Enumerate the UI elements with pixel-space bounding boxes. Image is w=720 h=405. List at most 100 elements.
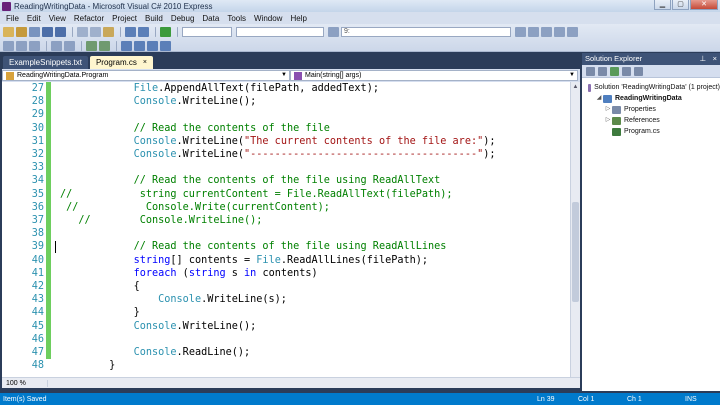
tree-node-references[interactable]: ▷ References <box>582 115 720 126</box>
new-project-icon[interactable] <box>3 26 14 37</box>
menu-item-help[interactable]: Help <box>286 14 310 23</box>
param-info-icon[interactable] <box>16 40 27 51</box>
node-icon <box>588 83 592 92</box>
menu-item-debug[interactable]: Debug <box>167 14 199 23</box>
class-combo[interactable]: ReadingWritingData.Program ▼ <box>2 70 290 81</box>
menu-item-view[interactable]: View <box>45 14 70 23</box>
code-editor[interactable]: 27 File.AppendAllText(filePath, addedTex… <box>2 82 570 377</box>
line-number: 45 <box>31 320 44 332</box>
expander-icon[interactable]: ▷ <box>604 104 612 115</box>
tree-node-properties[interactable]: ▷ Properties <box>582 104 720 115</box>
code-token: // string currentContent = File.ReadAllT… <box>60 188 453 200</box>
decrease-indent-icon[interactable] <box>51 40 62 51</box>
find-in-files-icon[interactable] <box>515 26 526 37</box>
code-line[interactable]: 38 <box>2 227 570 241</box>
tree-node-program-cs[interactable]: Program.cs <box>582 126 720 137</box>
comment-icon[interactable] <box>86 40 97 51</box>
word-complete-icon[interactable] <box>29 40 40 51</box>
open-file-icon[interactable] <box>16 26 27 37</box>
scroll-up-icon[interactable]: ▲ <box>571 82 580 92</box>
close-window-button[interactable]: ✕ <box>690 0 718 10</box>
code-line[interactable]: 27 File.AppendAllText(filePath, addedTex… <box>2 82 570 96</box>
code-line[interactable]: 43 Console.WriteLine(s); <box>2 293 570 307</box>
bookmark-icon[interactable] <box>121 40 132 51</box>
scrollbar-thumb[interactable] <box>572 202 579 302</box>
code-line[interactable]: 44 } <box>2 306 570 320</box>
menu-item-refactor[interactable]: Refactor <box>70 14 108 23</box>
vertical-scrollbar[interactable]: ▲ <box>570 82 580 377</box>
menu-item-edit[interactable]: Edit <box>23 14 45 23</box>
copy-icon[interactable] <box>90 26 101 37</box>
code-line[interactable]: 40 string[] contents = File.ReadAllLines… <box>2 253 570 267</box>
menu-item-window[interactable]: Window <box>250 14 286 23</box>
code-line[interactable]: 35 // string currentContent = File.ReadAl… <box>2 187 570 201</box>
node-label: ReadingWritingData <box>615 95 682 102</box>
menu-item-project[interactable]: Project <box>108 14 141 23</box>
zoom-level[interactable]: 100 % <box>2 379 48 387</box>
tab-examplesnippets-txt[interactable]: ExampleSnippets.txt <box>3 56 88 69</box>
title-bar: ReadingWritingData - Microsoft Visual C#… <box>0 0 720 12</box>
paste-icon[interactable] <box>103 26 114 37</box>
prev-bookmark-icon[interactable] <box>134 40 145 51</box>
code-line[interactable]: 29 <box>2 108 570 122</box>
code-line[interactable]: 48 } <box>2 359 570 372</box>
tree-node-readingwritingdata[interactable]: ◢ ReadingWritingData <box>582 93 720 104</box>
menu-item-build[interactable]: Build <box>141 14 167 23</box>
refresh-icon[interactable] <box>610 66 619 76</box>
horizontal-scrollbar[interactable]: 100 % <box>2 377 580 388</box>
code-line[interactable]: 45 Console.WriteLine(); <box>2 319 570 333</box>
properties-icon[interactable] <box>541 26 552 37</box>
menu-item-tools[interactable]: Tools <box>223 14 250 23</box>
redo-icon[interactable] <box>138 26 149 37</box>
code-line[interactable]: 30 // Read the contents of the file <box>2 121 570 135</box>
code-line[interactable]: 39 // Read the contents of the file usin… <box>2 240 570 254</box>
save-all-icon[interactable] <box>55 26 66 37</box>
code-line[interactable]: 31 Console.WriteLine("The current conten… <box>2 134 570 148</box>
quick-info-icon[interactable] <box>3 40 14 51</box>
next-bookmark-icon[interactable] <box>147 40 158 51</box>
code-line[interactable]: 28 Console.WriteLine(); <box>2 95 570 109</box>
code-line[interactable]: 41 foreach (string s in contents) <box>2 266 570 280</box>
toolbox-icon[interactable] <box>567 26 578 37</box>
find-combo[interactable]: 9: <box>341 26 511 37</box>
properties-icon[interactable] <box>586 66 595 76</box>
code-line[interactable]: 37 // Console.WriteLine(); <box>2 214 570 228</box>
view-code-icon[interactable] <box>622 66 631 76</box>
close-icon[interactable]: × <box>713 53 717 65</box>
solution-config-combo[interactable] <box>182 26 232 37</box>
tree-node-solution-readingwritingdata-1-project-[interactable]: Solution 'ReadingWritingData' (1 project… <box>582 82 720 93</box>
code-line[interactable]: 34 // Read the contents of the file usin… <box>2 174 570 188</box>
menu-item-file[interactable]: File <box>2 14 23 23</box>
pin-icon[interactable]: ⊥ <box>699 53 706 65</box>
object-browser-icon[interactable] <box>554 26 565 37</box>
undo-icon[interactable] <box>125 26 136 37</box>
view-class-diagram-icon[interactable] <box>634 66 643 76</box>
increase-indent-icon[interactable] <box>64 40 75 51</box>
code-line[interactable]: 46 <box>2 332 570 346</box>
code-line[interactable]: 32 Console.WriteLine("------------------… <box>2 148 570 162</box>
uncomment-icon[interactable] <box>99 40 110 51</box>
tab-program-cs[interactable]: Program.cs × <box>89 56 153 69</box>
code-line[interactable]: 36 // Console.Write(currentContent); <box>2 200 570 214</box>
find-icon[interactable] <box>328 26 339 37</box>
member-combo[interactable]: Main(string[] args) ▼ <box>290 70 578 81</box>
clear-bookmarks-icon[interactable] <box>160 40 171 51</box>
solution-explorer-icon[interactable] <box>528 26 539 37</box>
code-line[interactable]: 33 <box>2 161 570 175</box>
solution-explorer-title: Solution Explorer <box>585 54 643 63</box>
line-number: 39 <box>31 241 44 253</box>
minimize-button[interactable]: ▁ <box>654 0 671 10</box>
code-line[interactable]: 42 { <box>2 280 570 294</box>
maximize-button[interactable]: ▢ <box>672 0 689 10</box>
add-item-icon[interactable] <box>29 26 40 37</box>
save-icon[interactable] <box>42 26 53 37</box>
show-all-files-icon[interactable] <box>598 66 607 76</box>
code-line[interactable]: 47 Console.ReadLine(); <box>2 346 570 360</box>
platform-combo[interactable] <box>236 26 324 37</box>
close-tab-icon[interactable]: × <box>143 56 147 69</box>
start-debugging-icon[interactable] <box>160 26 171 37</box>
menu-item-data[interactable]: Data <box>198 14 223 23</box>
cut-icon[interactable] <box>77 26 88 37</box>
expander-icon[interactable]: ◢ <box>595 93 603 104</box>
expander-icon[interactable]: ▷ <box>604 115 612 126</box>
